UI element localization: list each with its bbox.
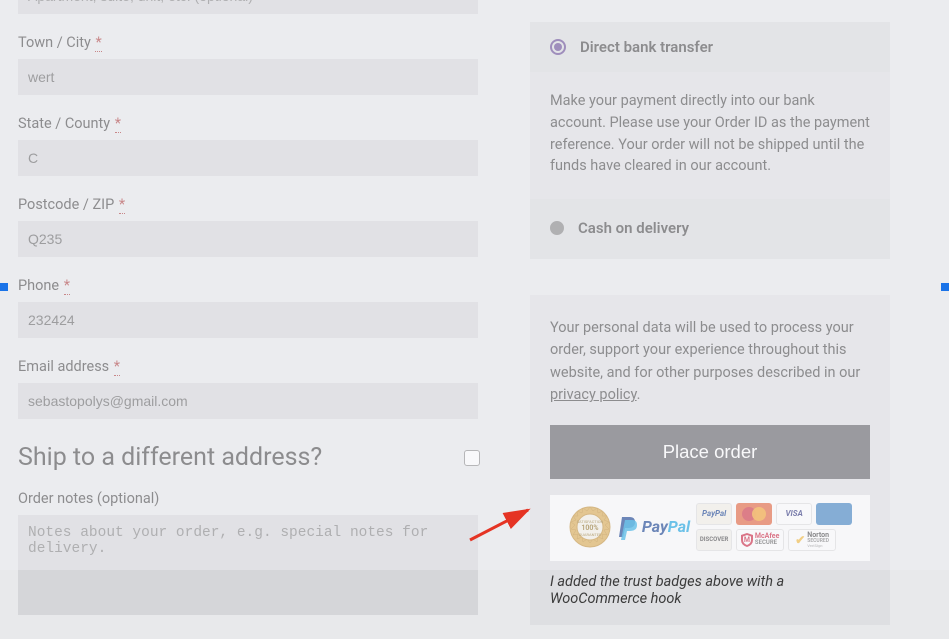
privacy-place-order-box: Your personal data will be used to proce… — [530, 295, 890, 625]
selection-handle-left — [0, 283, 8, 291]
apartment-input[interactable] — [18, 0, 478, 14]
radio-unselected-icon — [550, 221, 564, 235]
payment-methods: Direct bank transfer Make your payment d… — [530, 22, 890, 259]
email-input[interactable] — [18, 383, 478, 419]
town-input[interactable] — [18, 59, 478, 95]
required-mark: * — [64, 277, 70, 295]
required-mark: * — [119, 196, 125, 214]
required-mark: * — [114, 358, 120, 376]
paypal-logo-icon: PayPal — [618, 514, 690, 540]
order-notes-input[interactable] — [18, 515, 478, 615]
phone-input[interactable] — [18, 302, 478, 338]
visa-card-icon: VISA — [776, 503, 812, 525]
ship-different-heading: Ship to a different address? — [18, 443, 322, 472]
selection-handle-right — [941, 283, 949, 291]
radio-selected-icon — [550, 39, 566, 55]
phone-label: Phone * — [18, 277, 480, 294]
required-mark: * — [95, 34, 101, 52]
svg-text:100%: 100% — [581, 524, 598, 532]
privacy-text: Your personal data will be used to proce… — [550, 317, 870, 407]
town-label: Town / City * — [18, 34, 480, 51]
discover-card-icon: DISCOVER — [696, 529, 732, 551]
svg-text:GUARANTEE: GUARANTEE — [579, 532, 602, 537]
payment-bank-description: Make your payment directly into our bank… — [530, 72, 890, 199]
norton-badge-icon: ✔ NortonSECUREDVeriSign — [788, 529, 836, 551]
order-notes-label: Order notes (optional) — [18, 490, 480, 507]
email-label: Email address * — [18, 358, 480, 375]
annotation-caption: I added the trust badges above with a Wo… — [550, 573, 870, 607]
mcafee-badge-icon: M McAfeeSECURE — [736, 529, 784, 551]
amex-card-icon — [816, 503, 852, 525]
state-label: State / County * — [18, 115, 480, 132]
place-order-button[interactable]: Place order — [550, 425, 870, 479]
payment-cod-label: Cash on delivery — [578, 219, 689, 237]
paypal-card-icon: PayPal — [696, 503, 732, 525]
svg-text:M: M — [744, 536, 750, 544]
mastercard-icon — [736, 503, 772, 525]
ship-different-checkbox[interactable] — [464, 450, 480, 466]
payment-option-bank[interactable]: Direct bank transfer — [530, 22, 890, 72]
privacy-policy-link[interactable]: privacy policy — [550, 386, 637, 403]
postcode-label: Postcode / ZIP * — [18, 196, 480, 213]
required-mark: * — [115, 115, 121, 133]
payment-option-cod[interactable]: Cash on delivery — [530, 199, 890, 259]
payment-bank-label: Direct bank transfer — [580, 38, 713, 56]
satisfaction-seal-icon: SATISFACTION 100% GUARANTEE — [568, 505, 612, 549]
trust-badges: SATISFACTION 100% GUARANTEE PayPal — [550, 495, 870, 561]
state-input[interactable] — [18, 140, 478, 176]
postcode-input[interactable] — [18, 221, 478, 257]
